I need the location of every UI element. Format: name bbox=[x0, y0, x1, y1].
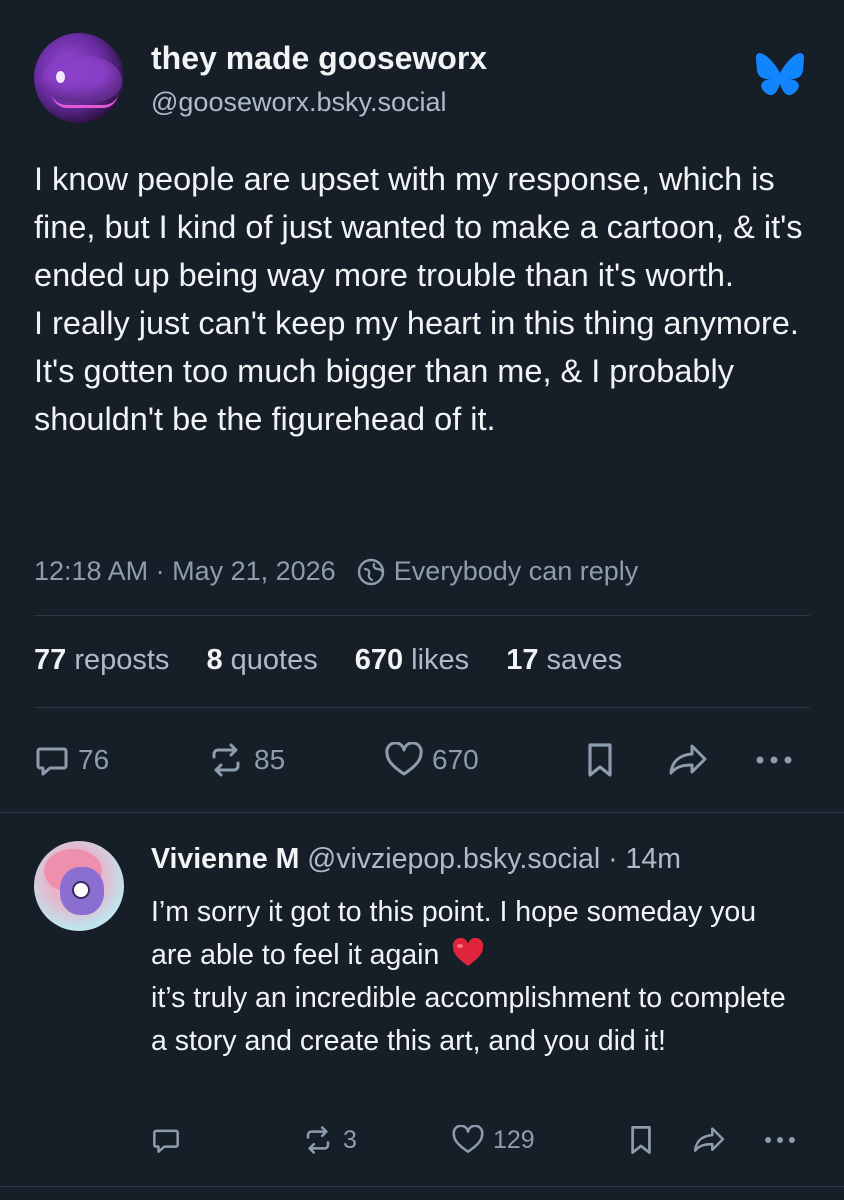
reply-like-button[interactable]: 129 bbox=[451, 1120, 535, 1160]
reply-share-button[interactable] bbox=[691, 1120, 735, 1160]
quotes-count: 8 bbox=[206, 644, 223, 676]
reply-icon bbox=[36, 747, 68, 776]
reply-text-line2: it’s truly an incredible accomplishment … bbox=[151, 982, 786, 1057]
heart-icon bbox=[385, 742, 423, 776]
post-stats: 77 reposts 8 quotes 670 likes 17 saves bbox=[34, 644, 659, 677]
share-icon bbox=[669, 744, 707, 775]
likes-count: 670 bbox=[354, 644, 404, 676]
reply-count: 76 bbox=[78, 744, 110, 775]
reply-more-button[interactable] bbox=[763, 1120, 805, 1160]
reply-post[interactable]: Vivienne M @vivziepop.bsky.social · 14m … bbox=[0, 813, 844, 1200]
reply-setting: Everybody can reply bbox=[393, 556, 639, 586]
author-avatar[interactable] bbox=[34, 33, 124, 123]
main-post: they made gooseworx @gooseworx.bsky.soci… bbox=[0, 0, 844, 810]
globe-icon bbox=[357, 558, 384, 585]
reply-text: I’m sorry it got to this point. I hope s… bbox=[151, 891, 791, 1063]
post-paragraph-2: I really just can't keep my heart in thi… bbox=[34, 305, 799, 437]
more-icon bbox=[756, 756, 792, 764]
like-button[interactable]: 670 bbox=[384, 738, 479, 782]
reply-repost-count: 3 bbox=[343, 1125, 357, 1154]
post-text: I know people are upset with my response… bbox=[34, 155, 814, 443]
post-timestamp[interactable]: 12:18 AM · May 21, 2026 bbox=[34, 556, 336, 587]
author-display-name[interactable]: they made gooseworx bbox=[151, 40, 487, 77]
repost-count: 85 bbox=[254, 744, 286, 775]
saves-stat[interactable]: 17 saves bbox=[506, 644, 622, 677]
reply-handle[interactable]: @vivziepop.bsky.social bbox=[307, 843, 600, 875]
repost-icon bbox=[212, 743, 240, 777]
more-options-button[interactable] bbox=[754, 738, 802, 782]
bookmark-icon bbox=[588, 743, 612, 777]
reply-actions: 3 129 bbox=[151, 1120, 801, 1160]
bluesky-butterfly-icon bbox=[756, 53, 804, 96]
saves-count: 17 bbox=[506, 644, 539, 676]
heart-icon bbox=[452, 1125, 484, 1153]
share-button[interactable] bbox=[666, 738, 718, 782]
reply-bookmark-button[interactable] bbox=[627, 1120, 663, 1160]
reposts-label: reposts bbox=[74, 644, 170, 676]
quotes-label: quotes bbox=[230, 644, 318, 676]
divider bbox=[34, 615, 810, 616]
more-icon bbox=[765, 1137, 795, 1143]
reply-icon bbox=[153, 1129, 179, 1153]
repost-button[interactable]: 85 bbox=[206, 738, 285, 782]
post-paragraph-1: I know people are upset with my response… bbox=[34, 161, 803, 293]
likes-stat[interactable]: 670 likes bbox=[355, 644, 469, 677]
avatar-eye-shape bbox=[56, 71, 65, 83]
like-count: 670 bbox=[432, 744, 479, 775]
reposts-count: 77 bbox=[34, 644, 67, 676]
bookmark-button[interactable] bbox=[584, 738, 624, 782]
reposts-stat[interactable]: 77 reposts bbox=[34, 644, 169, 677]
quotes-stat[interactable]: 8 quotes bbox=[206, 644, 317, 677]
repost-icon bbox=[306, 1126, 330, 1154]
reply-avatar[interactable] bbox=[34, 841, 124, 931]
author-handle[interactable]: @gooseworx.bsky.social bbox=[151, 87, 447, 118]
avatar-mouth-shape bbox=[52, 93, 118, 108]
reply-header: Vivienne M @vivziepop.bsky.social · 14m bbox=[151, 843, 681, 876]
share-icon bbox=[693, 1127, 725, 1152]
bookmark-icon bbox=[631, 1126, 651, 1154]
section-divider bbox=[0, 1186, 844, 1187]
reply-reply-button[interactable] bbox=[151, 1120, 189, 1160]
avatar-eye-shape bbox=[72, 881, 90, 899]
reply-age: · 14m bbox=[608, 843, 681, 875]
red-heart-emoji bbox=[453, 938, 484, 966]
likes-label: likes bbox=[411, 644, 470, 676]
reply-repost-button[interactable]: 3 bbox=[301, 1120, 357, 1160]
reply-display-name[interactable]: Vivienne M bbox=[151, 843, 299, 875]
post-meta: 12:18 AM · May 21, 2026 Everybody can re… bbox=[34, 556, 638, 587]
saves-label: saves bbox=[546, 644, 623, 676]
divider bbox=[34, 707, 810, 708]
reply-like-count: 129 bbox=[493, 1125, 535, 1154]
post-actions: 76 85 670 bbox=[34, 738, 804, 782]
reply-button[interactable]: 76 bbox=[34, 738, 109, 782]
